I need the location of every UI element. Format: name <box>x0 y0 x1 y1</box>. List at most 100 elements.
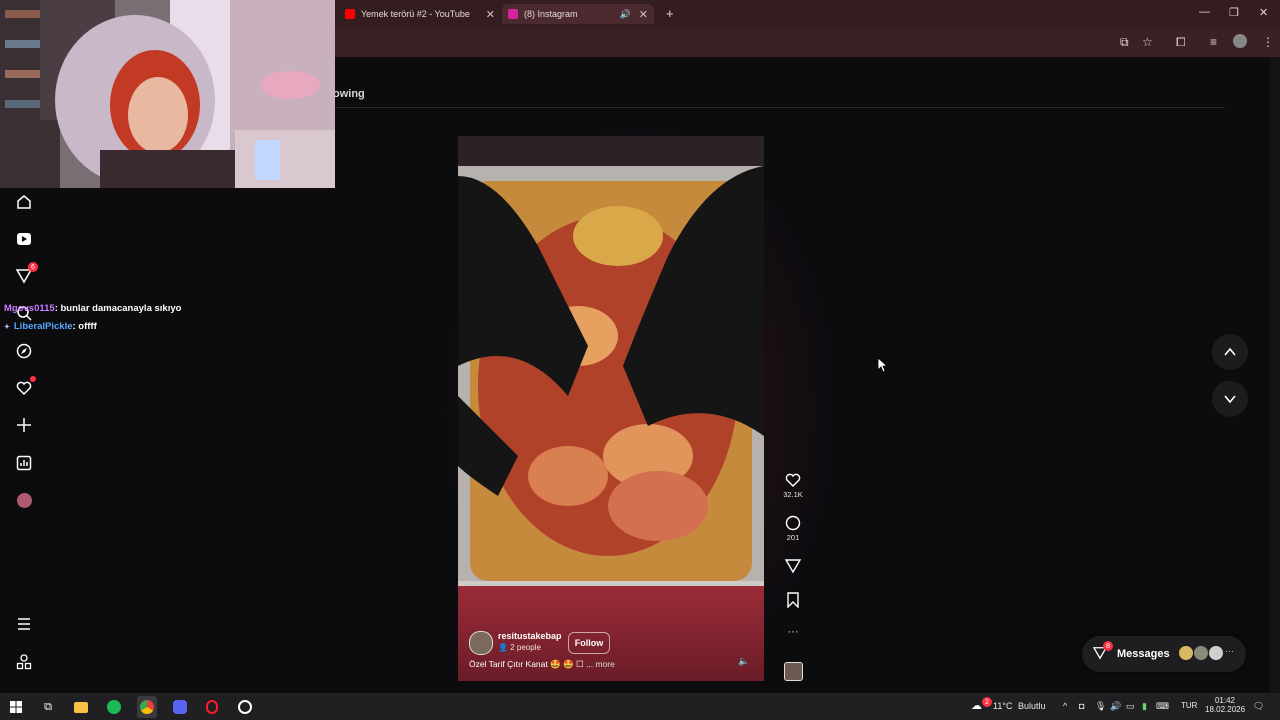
next-reel-button[interactable] <box>1212 381 1248 417</box>
comment-button[interactable]: 201 <box>782 515 804 542</box>
volume-icon[interactable]: 🔊 <box>1110 701 1121 712</box>
instagram-favicon-icon <box>508 9 518 19</box>
chat-message: Mgovs0115: bunlar damacanayla sıkıyo <box>4 303 181 314</box>
comment-count: 201 <box>786 533 800 542</box>
keyboard-icon[interactable]: ⌨ <box>1156 701 1169 712</box>
profile-avatar[interactable] <box>14 490 34 510</box>
tab-instagram-label: (8) Instagram <box>524 9 578 19</box>
weather-badge: 2 <box>982 697 992 707</box>
spotify-icon[interactable] <box>106 699 122 715</box>
heart-icon <box>785 473 801 487</box>
bookmark-icon <box>787 592 799 609</box>
messages-badge: 8 <box>1103 641 1113 651</box>
notifications-heart-icon[interactable] <box>14 376 36 398</box>
mute-icon[interactable]: 🔈 <box>738 656 749 667</box>
more-options-icon[interactable]: ··· <box>782 626 804 638</box>
tab-following[interactable]: owing <box>333 88 365 100</box>
save-button[interactable] <box>782 592 804 610</box>
opera-icon[interactable] <box>204 699 220 715</box>
microphone-icon[interactable]: 🎙 <box>1095 701 1106 712</box>
chat-text: : offff <box>72 321 97 332</box>
close-tab-icon[interactable]: ✕ <box>639 8 648 21</box>
mouse-cursor-icon <box>877 357 889 377</box>
clock-time: 01:42 <box>1214 696 1236 705</box>
share-icon <box>784 559 802 574</box>
chat-badge-icon: ✦ <box>4 324 10 331</box>
messages-icon: 8 <box>1092 641 1113 665</box>
people-icon: 👤 <box>498 643 508 652</box>
reel-caption: Özel Tarif Çıtır Kanat 🤩 🤩 ☐ ... more <box>469 659 615 670</box>
caption-text: Özel Tarif Çıtır Kanat 🤩 🤩 ☐ ... <box>469 659 594 669</box>
tab-instagram[interactable]: (8) Instagram 🔊 ✕ <box>502 4 654 24</box>
close-tab-icon[interactable]: ✕ <box>486 8 495 21</box>
tray-app-icon[interactable]: ◘ <box>1079 701 1084 711</box>
page-scrollbar[interactable] <box>1270 57 1280 693</box>
chevron-down-icon <box>1224 395 1236 404</box>
author-username[interactable]: resitustakebap <box>498 631 562 641</box>
clock-date: 18.02.2026 <box>1205 705 1246 714</box>
author-avatar[interactable] <box>469 631 493 655</box>
youtube-favicon-icon <box>345 9 355 19</box>
dashboard-icon[interactable] <box>14 453 34 473</box>
minimize-icon[interactable]: — <box>1199 6 1210 18</box>
messages-label: Messages <box>1117 648 1170 660</box>
avatar <box>1209 646 1223 660</box>
install-app-icon[interactable]: ⧉ <box>1120 35 1129 50</box>
chevron-up-icon <box>1224 347 1236 356</box>
battery-icon[interactable]: ▮ <box>1142 701 1147 712</box>
more-avatars-icon: ··· <box>1225 646 1234 656</box>
more-link[interactable]: more <box>595 659 614 669</box>
webcam-image <box>0 0 335 188</box>
reels-icon[interactable] <box>14 229 34 249</box>
direct-messages-icon[interactable]: 6 <box>14 262 38 286</box>
file-explorer-icon[interactable] <box>73 699 89 715</box>
weather-cloud-icon[interactable]: ☁ <box>971 699 982 712</box>
more-menu-icon[interactable] <box>14 614 34 634</box>
people-count: 2 people <box>510 643 541 652</box>
network-icon[interactable]: ▭ <box>1126 701 1135 712</box>
notification-center-icon[interactable]: 🗨 <box>1253 701 1264 712</box>
task-view-icon[interactable]: ⧉ <box>40 699 56 715</box>
notification-dot <box>30 376 36 382</box>
obs-icon[interactable] <box>237 699 253 715</box>
home-icon[interactable] <box>14 192 34 212</box>
webcam-overlay <box>0 0 335 188</box>
windows-taskbar <box>0 693 1280 720</box>
tray-chevron-up-icon[interactable]: ^ <box>1063 701 1067 711</box>
like-count: 32.1K <box>783 490 803 499</box>
tab-youtube[interactable]: Yemek terörü #2 - YouTube ✕ <box>345 4 495 24</box>
clock[interactable]: 01:42 18.02.2026 <box>1205 696 1245 714</box>
like-button[interactable]: 32.1K <box>782 472 804 499</box>
language-indicator[interactable]: TUR <box>1181 701 1197 710</box>
weather-temp[interactable]: 11°C <box>993 701 1012 711</box>
explore-icon[interactable] <box>14 341 34 361</box>
audio-thumbnail[interactable] <box>784 662 803 681</box>
avatar <box>1194 646 1208 660</box>
collab-people[interactable]: 👤 2 people <box>498 643 541 652</box>
menu-kebab-icon[interactable]: ⋮ <box>1262 35 1274 49</box>
feed-divider <box>335 107 1225 108</box>
chat-username: Mgovs0115 <box>4 303 55 314</box>
new-tab-button[interactable]: + <box>666 6 674 21</box>
follow-button[interactable]: Follow <box>568 632 610 654</box>
create-plus-icon[interactable] <box>14 415 34 435</box>
notification-badge: 6 <box>28 262 38 272</box>
media-control-icon[interactable]: ≡ <box>1210 35 1217 49</box>
close-window-icon[interactable]: ✕ <box>1259 6 1268 19</box>
also-from-meta-icon[interactable] <box>14 652 34 672</box>
avatar <box>1179 646 1193 660</box>
previous-reel-button[interactable] <box>1212 334 1248 370</box>
chat-message: ✦ LiberalPickle: offff <box>4 321 97 332</box>
extensions-icon[interactable]: ⧠ <box>1176 35 1186 50</box>
chat-text: : bunlar damacanayla sıkıyo <box>54 303 182 314</box>
chat-username: LiberalPickle <box>13 321 73 332</box>
discord-icon[interactable] <box>172 699 188 715</box>
chrome-icon[interactable] <box>137 696 157 718</box>
profile-avatar[interactable] <box>1233 34 1247 48</box>
weather-text[interactable]: Bulutlu <box>1018 701 1046 711</box>
share-button[interactable] <box>782 558 804 576</box>
windows-start-icon[interactable] <box>8 699 24 715</box>
restore-icon[interactable]: ❐ <box>1229 6 1239 19</box>
speaker-icon[interactable]: 🔊 <box>620 9 631 20</box>
bookmark-star-icon[interactable]: ☆ <box>1142 35 1153 49</box>
